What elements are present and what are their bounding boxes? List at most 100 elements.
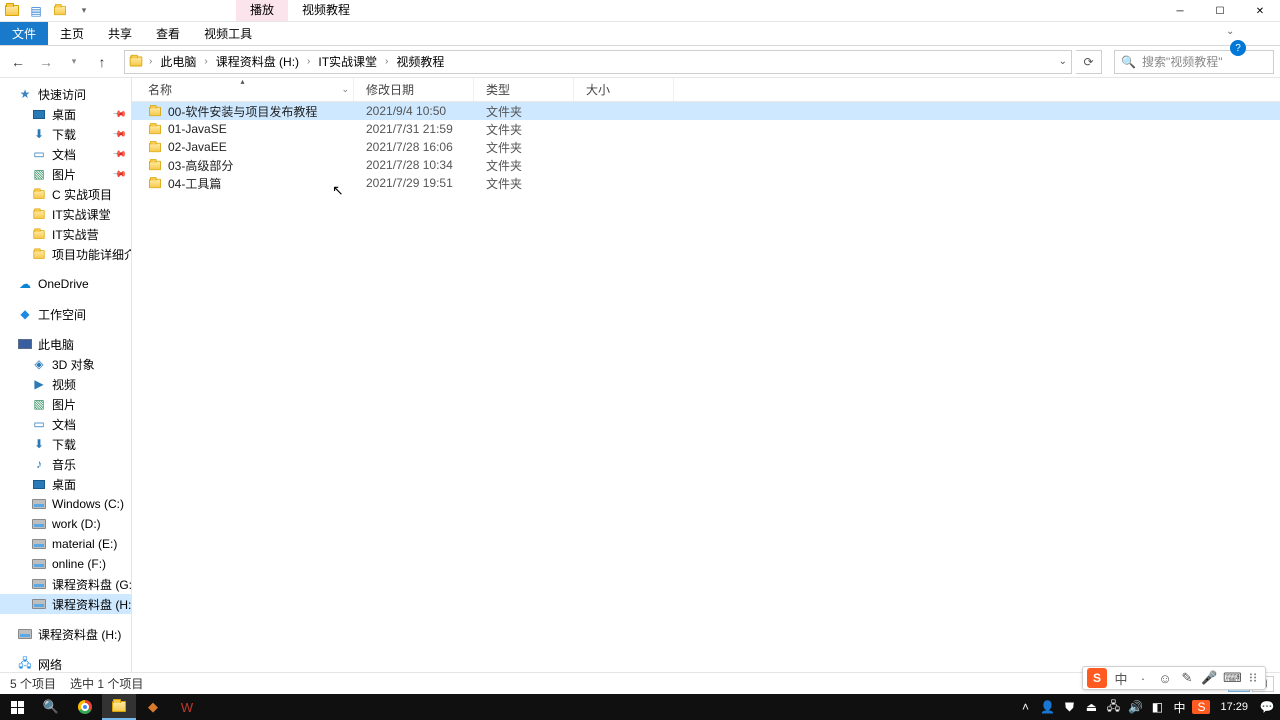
sidebar-workspace[interactable]: ◆ 工作空间 <box>0 304 131 324</box>
chevron-right-icon[interactable]: › <box>202 56 209 67</box>
sidebar-item[interactable]: ⬇下载📌 <box>0 124 131 144</box>
up-button[interactable]: ↑ <box>90 50 114 74</box>
sidebar-item[interactable]: IT实战营 <box>0 224 131 244</box>
forward-button[interactable]: → <box>34 50 58 74</box>
sidebar-item-label: 文档 <box>52 416 76 433</box>
sidebar-item[interactable]: IT实战课堂 <box>0 204 131 224</box>
sidebar-onedrive[interactable]: ☁ OneDrive <box>0 274 131 294</box>
ime-skin-icon[interactable]: ✎ <box>1179 670 1195 686</box>
column-label: 修改日期 <box>366 81 414 98</box>
taskbar-search-button[interactable]: 🔍 <box>34 694 68 720</box>
qat-properties-icon[interactable]: ▤ <box>26 1 46 21</box>
taskbar-chrome-button[interactable] <box>68 694 102 720</box>
ribbon-tab-home[interactable]: 主页 <box>48 22 96 45</box>
column-dropdown-icon[interactable]: ⌄ <box>341 84 349 95</box>
sidebar-item[interactable]: 课程资料盘 (H:) <box>0 594 131 614</box>
workspace-icon: ◆ <box>18 307 32 321</box>
ribbon-tab-video-tools[interactable]: 视频工具 <box>192 22 264 45</box>
sidebar-item[interactable]: ♪音乐 <box>0 454 131 474</box>
refresh-button[interactable]: ⟳ <box>1076 50 1102 74</box>
breadcrumb-this-pc[interactable]: 此电脑 <box>158 53 198 70</box>
sidebar-item[interactable]: online (F:) <box>0 554 131 574</box>
chevron-right-icon[interactable]: › <box>305 56 312 67</box>
column-header-size[interactable]: 大小 <box>574 78 674 101</box>
chevron-right-icon[interactable]: › <box>147 56 154 67</box>
taskbar-explorer-button[interactable] <box>102 694 136 720</box>
contextual-tab[interactable]: 播放 <box>236 0 288 21</box>
ime-emoji-icon[interactable]: ☺ <box>1157 671 1173 686</box>
sidebar-extra-drive[interactable]: 课程资料盘 (H:) <box>0 624 131 644</box>
sidebar-item[interactable]: work (D:) <box>0 514 131 534</box>
taskbar-app2-button[interactable]: W <box>170 694 204 720</box>
tray-sogou-icon[interactable]: S <box>1192 700 1210 714</box>
tray-ime-icon[interactable]: 中 <box>1170 699 1188 716</box>
sidebar-item[interactable]: C 实战项目 <box>0 184 131 204</box>
minimize-button[interactable]: ─ <box>1160 0 1200 22</box>
ribbon-tab-share[interactable]: 共享 <box>96 22 144 45</box>
sidebar-item[interactable]: ▧图片 <box>0 394 131 414</box>
address-bar[interactable]: › 此电脑 › 课程资料盘 (H:) › IT实战课堂 › 视频教程 ⌄ <box>124 50 1072 74</box>
ribbon-collapse-icon[interactable]: ⌄ <box>1226 26 1234 37</box>
sidebar-item[interactable]: ▭ 文档 <box>0 414 131 434</box>
sidebar-item[interactable]: ◈3D 对象 <box>0 354 131 374</box>
ribbon-tab-view[interactable]: 查看 <box>144 22 192 45</box>
sidebar-item[interactable]: ▧图片📌 <box>0 164 131 184</box>
column-header-date[interactable]: 修改日期 <box>354 78 474 101</box>
maximize-button[interactable]: ☐ <box>1200 0 1240 22</box>
sidebar-item[interactable]: 课程资料盘 (G:) <box>0 574 131 594</box>
title-bar: ▤ ▾ 播放 视频教程 ─ ☐ ✕ <box>0 0 1280 22</box>
sidebar-item[interactable]: ⬇下载 <box>0 434 131 454</box>
taskbar-app1-button[interactable]: ◆ <box>136 694 170 720</box>
document-icon: ▭ <box>32 417 46 431</box>
picture-icon: ▧ <box>32 397 46 411</box>
address-dropdown-icon[interactable]: ⌄ <box>1059 56 1067 67</box>
tray-security-icon[interactable]: ⛊ <box>1060 700 1078 715</box>
ime-keyboard-icon[interactable]: ⌨ <box>1223 670 1239 686</box>
qat-dropdown-icon[interactable]: ▾ <box>74 1 94 21</box>
sidebar-item[interactable]: material (E:) <box>0 534 131 554</box>
sidebar-this-pc[interactable]: 此电脑 <box>0 334 131 354</box>
tray-usb-icon[interactable]: ⏏ <box>1082 700 1100 714</box>
ime-voice-icon[interactable]: 🎤 <box>1201 670 1217 686</box>
table-row[interactable]: 01-JavaSE 2021/7/31 21:59 文件夹 <box>132 120 1280 138</box>
sidebar-item[interactable]: 桌面📌 <box>0 104 131 124</box>
tray-app-icon[interactable]: ◧ <box>1148 700 1166 714</box>
chevron-right-icon[interactable]: › <box>383 56 390 67</box>
breadcrumb-folder-2[interactable]: 视频教程 <box>394 53 446 70</box>
sidebar-quick-access[interactable]: ★ 快速访问 <box>0 84 131 104</box>
table-row[interactable]: 04-工具篇 2021/7/29 19:51 文件夹 <box>132 174 1280 192</box>
sidebar-item[interactable]: ▭文档📌 <box>0 144 131 164</box>
column-header-type[interactable]: 类型 <box>474 78 574 101</box>
sidebar-network[interactable]: 🖧 网络 <box>0 654 131 672</box>
tray-volume-icon[interactable]: 🔊 <box>1126 700 1144 714</box>
close-button[interactable]: ✕ <box>1240 0 1280 22</box>
ribbon-tab-file[interactable]: 文件 <box>0 22 48 45</box>
breadcrumb-drive[interactable]: 课程资料盘 (H:) <box>214 53 301 70</box>
file-name: 04-工具篇 <box>168 175 221 192</box>
ime-logo-icon[interactable]: S <box>1087 668 1107 688</box>
taskbar-clock[interactable]: 17:29 <box>1214 701 1254 713</box>
table-row[interactable]: 00-软件安装与项目发布教程 2021/9/4 10:50 文件夹 <box>132 102 1280 120</box>
tray-notifications-icon[interactable]: 💬 <box>1258 700 1276 714</box>
ime-menu-icon[interactable]: ⁝⁝ <box>1245 670 1261 686</box>
sidebar-item[interactable]: ▶视频 <box>0 374 131 394</box>
sidebar-item[interactable]: 桌面 <box>0 474 131 494</box>
column-header-name[interactable]: ▴ 名称 ⌄ <box>132 78 354 101</box>
tray-network-icon[interactable]: 🖧 <box>1104 697 1122 718</box>
ime-toolbar[interactable]: S 中 · ☺ ✎ 🎤 ⌨ ⁝⁝ <box>1082 666 1266 690</box>
tray-overflow-icon[interactable]: ˄ <box>1016 700 1034 714</box>
sidebar-item[interactable]: 项目功能详细介绍 <box>0 244 131 264</box>
start-button[interactable] <box>0 694 34 720</box>
back-button[interactable]: ← <box>6 50 30 74</box>
ime-lang-button[interactable]: 中 <box>1113 669 1129 688</box>
qat-new-folder-icon[interactable] <box>50 1 70 21</box>
sidebar-item[interactable]: Windows (C:) <box>0 494 131 514</box>
table-row[interactable]: 02-JavaEE 2021/7/28 16:06 文件夹 <box>132 138 1280 156</box>
breadcrumb-folder-1[interactable]: IT实战课堂 <box>316 53 379 70</box>
recent-locations-button[interactable]: ▾ <box>62 50 86 74</box>
table-row[interactable]: 03-高级部分 2021/7/28 10:34 文件夹 <box>132 156 1280 174</box>
help-icon[interactable]: ? <box>1230 40 1246 56</box>
ime-punct-icon[interactable]: · <box>1135 671 1151 686</box>
tray-people-icon[interactable]: 👤 <box>1038 700 1056 714</box>
sidebar-item-label: 视频 <box>52 376 76 393</box>
